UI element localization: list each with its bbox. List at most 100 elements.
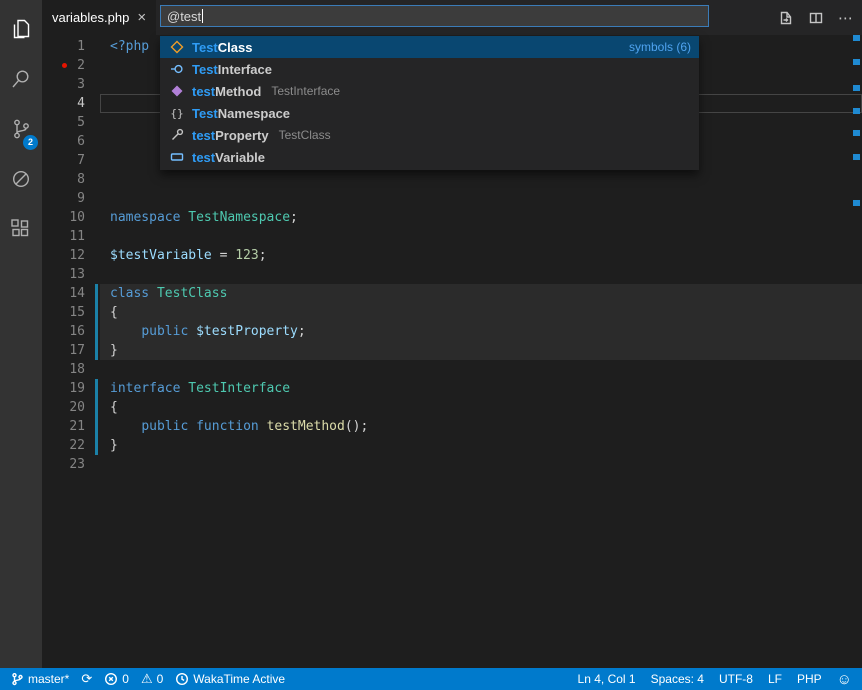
code-line[interactable]: 18 <box>42 360 862 379</box>
quickopen-item-description: TestClass <box>279 128 331 142</box>
clock-icon <box>175 672 189 686</box>
open-changes-button[interactable] <box>774 6 798 30</box>
statusbar-encoding-text: UTF-8 <box>719 672 753 686</box>
overview-ruler-mark <box>853 108 860 114</box>
statusbar-right: Ln 4, Col 1 Spaces: 4 UTF-8 LF PHP ☺ <box>578 672 862 687</box>
code-line[interactable]: 14class TestClass <box>42 284 862 303</box>
line-number: 20 <box>42 398 85 417</box>
activitybar-source-control[interactable]: 2 <box>0 104 42 154</box>
editor-actions: ⋯ <box>774 0 858 35</box>
statusbar-sync[interactable]: ⟳ <box>81 672 92 686</box>
quickopen-item[interactable]: testVariable <box>160 146 699 168</box>
warning-icon: ⚠ <box>141 672 153 686</box>
more-actions-button[interactable]: ⋯ <box>834 6 858 30</box>
code-line[interactable]: 10namespace TestNamespace; <box>42 208 862 227</box>
code-text: { <box>110 398 118 417</box>
code-text: <?php <box>110 37 149 56</box>
activitybar-extensions[interactable] <box>0 204 42 254</box>
code-line[interactable]: 9 <box>42 189 862 208</box>
quickopen-query-text: @test <box>167 9 201 24</box>
symbol-interface-icon <box>168 61 186 77</box>
code-line[interactable]: 21 public function testMethod(); <box>42 417 862 436</box>
code-text: } <box>110 341 118 360</box>
line-number: 4 <box>42 94 85 113</box>
line-number: 23 <box>42 455 85 474</box>
quickopen-item-label: TestInterface <box>192 62 272 77</box>
symbol-namespace-icon: {} <box>168 107 186 120</box>
statusbar-language-mode[interactable]: PHP <box>797 672 822 686</box>
activitybar-files[interactable] <box>0 4 42 54</box>
statusbar-errors[interactable]: 0 <box>104 672 129 686</box>
activitybar-debug[interactable] <box>0 154 42 204</box>
code-line[interactable]: 16 public $testProperty; <box>42 322 862 341</box>
symbol-property-icon <box>168 127 186 143</box>
tabs-container: variables.php× <box>42 0 156 35</box>
code-line[interactable]: 13 <box>42 265 862 284</box>
debug-icon <box>9 167 33 191</box>
statusbar-wakatime[interactable]: WakaTime Active <box>175 672 285 686</box>
statusbar-indentation[interactable]: Spaces: 4 <box>651 672 704 686</box>
quickopen-item-label: TestNamespace <box>192 106 290 121</box>
code-text: $testVariable = 123; <box>110 246 267 265</box>
statusbar-cursor-position[interactable]: Ln 4, Col 1 <box>578 672 636 686</box>
statusbar-eol[interactable]: LF <box>768 672 782 686</box>
code-line[interactable]: 19interface TestInterface <box>42 379 862 398</box>
statusbar-encoding[interactable]: UTF-8 <box>719 672 753 686</box>
symbol-method-icon <box>168 83 186 99</box>
quickopen-item-label: TestClass <box>192 40 252 55</box>
code-text: { <box>110 303 118 322</box>
code-text: namespace TestNamespace; <box>110 208 298 227</box>
quickopen-item-description: TestInterface <box>271 84 340 98</box>
activity-bar: 2 <box>0 0 42 668</box>
error-icon <box>104 672 118 686</box>
code-line[interactable]: 15 { <box>42 303 862 322</box>
vscode-window: 2 variables.php× ⋯ 1<?php2345678910names… <box>0 0 862 690</box>
overview-ruler-mark <box>853 59 860 65</box>
code-line[interactable]: 22} <box>42 436 862 455</box>
statusbar-wakatime-text: WakaTime Active <box>193 672 285 686</box>
code-line[interactable]: 8 <box>42 170 862 189</box>
statusbar-errors-text: 0 <box>122 672 129 686</box>
line-number: 12 <box>42 246 85 265</box>
sync-icon: ⟳ <box>81 672 92 686</box>
activitybar-search[interactable] <box>0 54 42 104</box>
status-bar: master* ⟳ 0 ⚠0 WakaTime Active Ln 4, Col 1 Sp… <box>0 668 862 690</box>
quickopen-item[interactable]: {} TestNamespace <box>160 102 699 124</box>
statusbar-warnings[interactable]: ⚠0 <box>141 672 163 686</box>
extensions-icon <box>9 217 33 241</box>
quickopen-input[interactable]: @test <box>160 5 709 27</box>
overview-ruler-mark <box>853 85 860 91</box>
quickopen-item[interactable]: testMethod TestInterface <box>160 80 699 102</box>
code-line[interactable]: 20 { <box>42 398 862 417</box>
line-number: 6 <box>42 132 85 151</box>
quickopen-item[interactable]: TestInterface <box>160 58 699 80</box>
code-line[interactable]: 17} <box>42 341 862 360</box>
editor-tab[interactable]: variables.php× <box>42 0 156 35</box>
code-text: public $testProperty; <box>110 322 306 341</box>
search-icon <box>9 67 33 91</box>
statusbar-branch[interactable]: master* <box>10 672 69 686</box>
statusbar-feedback[interactable]: ☺ <box>837 672 852 687</box>
line-number: 8 <box>42 170 85 189</box>
code-line[interactable]: 11 <box>42 227 862 246</box>
line-number: 21 <box>42 417 85 436</box>
line-number: 5 <box>42 113 85 132</box>
files-icon <box>9 17 33 41</box>
split-editor-button[interactable] <box>804 6 828 30</box>
quickopen-item[interactable]: testPropertyTestClass <box>160 124 699 146</box>
overview-ruler-mark <box>853 154 860 160</box>
symbol-variable-icon <box>168 149 186 165</box>
overview-ruler-mark <box>853 200 860 206</box>
open-changes-icon <box>778 10 794 26</box>
code-line[interactable]: 23 <box>42 455 862 474</box>
line-number: 17 <box>42 341 85 360</box>
tab-close-icon[interactable]: × <box>137 10 146 25</box>
results-count-badge: symbols (6) <box>629 40 691 54</box>
statusbar-indentation-text: Spaces: 4 <box>651 672 704 686</box>
quickopen-item-label: testMethod <box>192 84 261 99</box>
line-number: 15 <box>42 303 85 322</box>
smiley-icon: ☺ <box>837 672 852 687</box>
quickopen-item[interactable]: TestClass symbols (6) <box>160 36 699 58</box>
code-line[interactable]: 12 $testVariable = 123; <box>42 246 862 265</box>
scm-changes-badge: 2 <box>23 135 38 150</box>
